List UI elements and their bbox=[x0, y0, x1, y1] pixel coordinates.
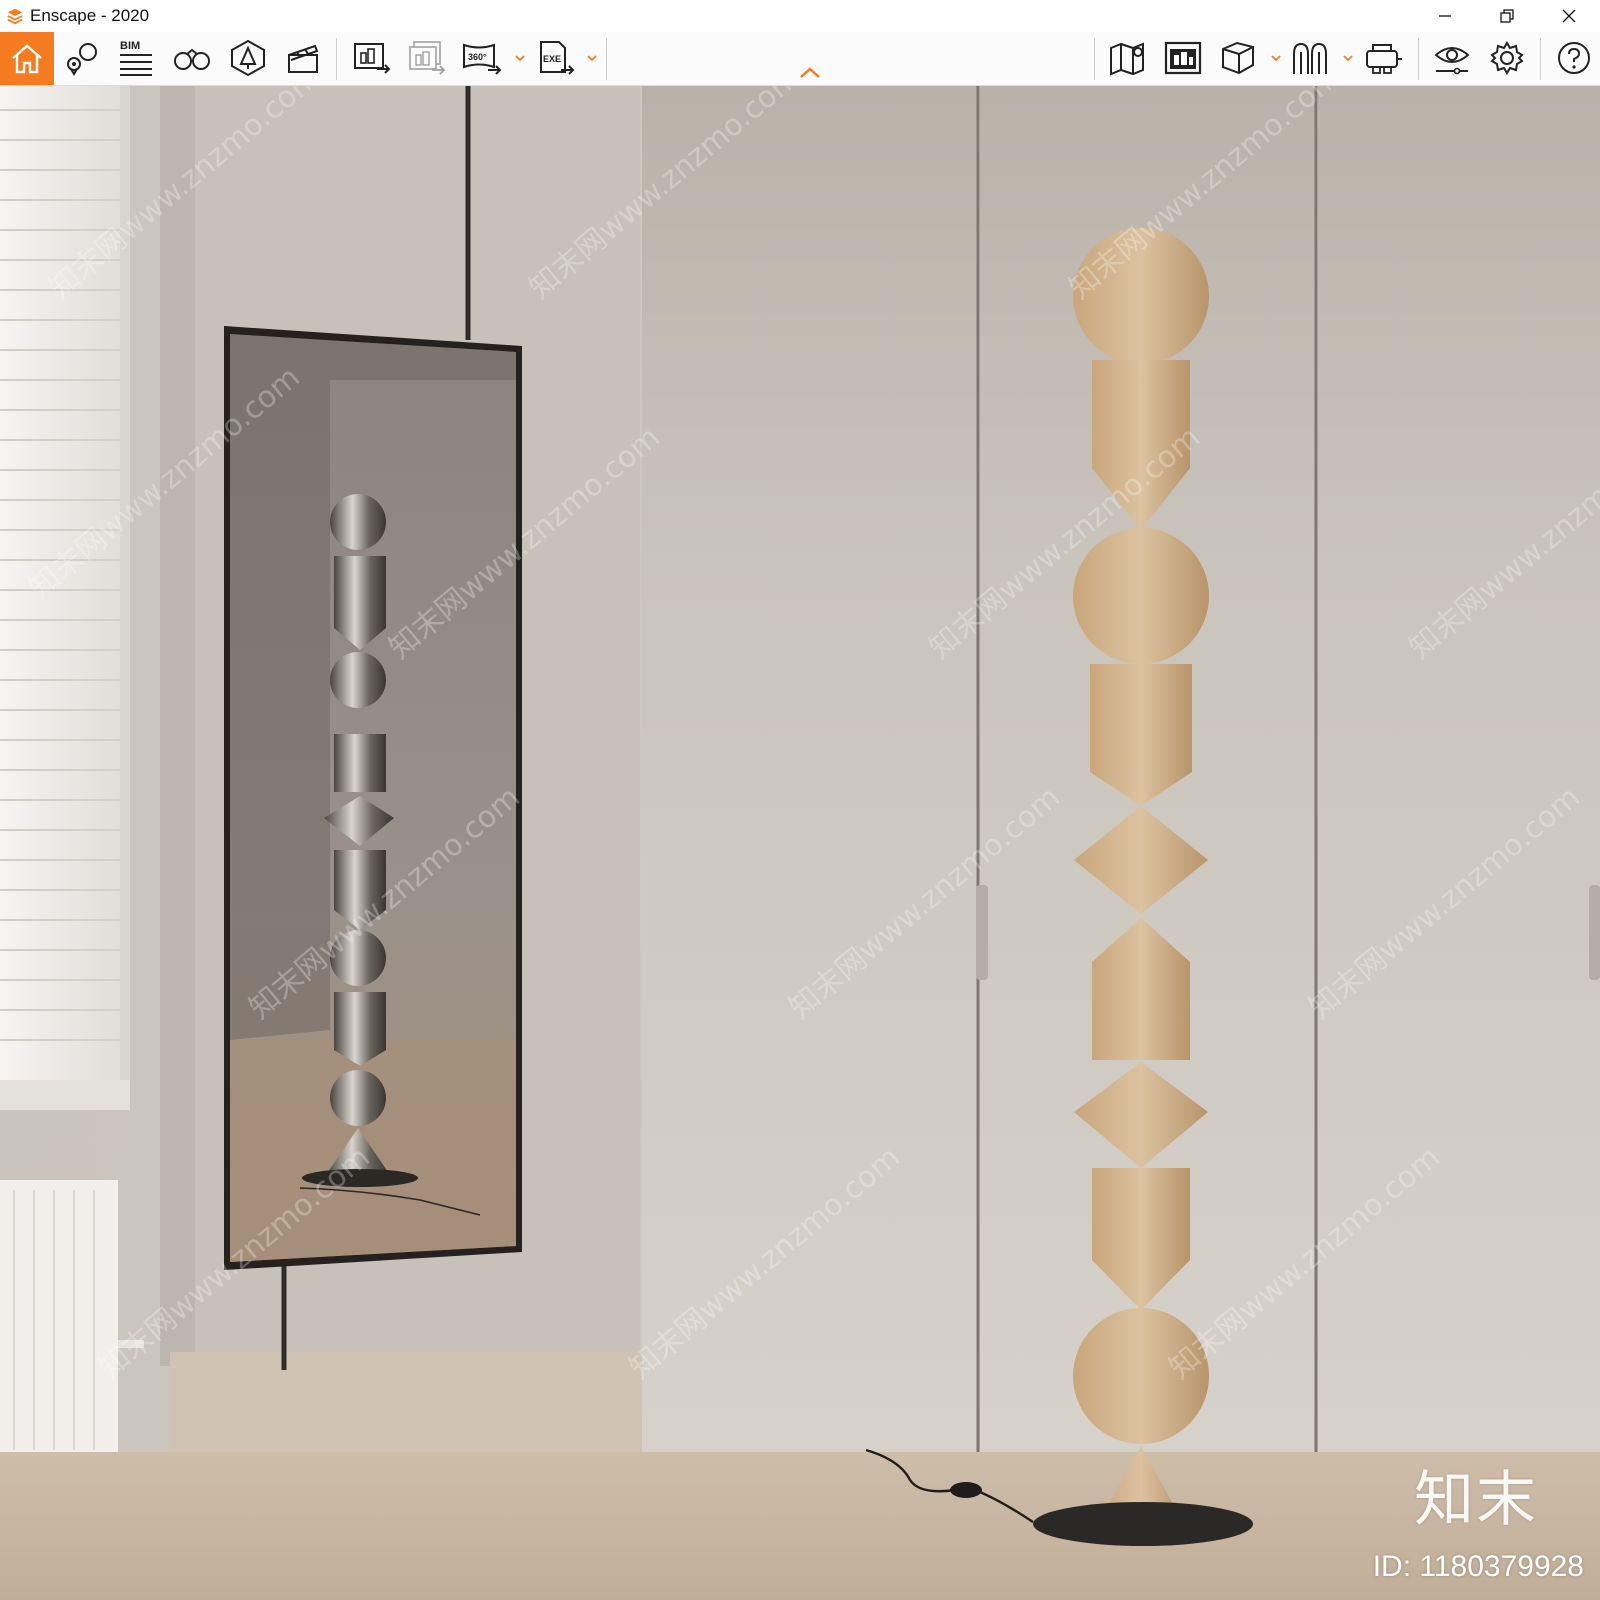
restore-button[interactable] bbox=[1476, 0, 1538, 32]
toolbar-separator bbox=[1094, 38, 1095, 80]
view-mode-dropdown-arrow[interactable] bbox=[1270, 52, 1282, 64]
chevron-down-icon bbox=[515, 54, 525, 61]
bim-list-icon bbox=[120, 54, 152, 76]
asset-library-button[interactable] bbox=[1163, 38, 1203, 78]
map-button[interactable] bbox=[1108, 38, 1148, 78]
watermark-logo: 知末 bbox=[1414, 1466, 1538, 1533]
toolbar-separator bbox=[1540, 38, 1541, 80]
lamp-base bbox=[1033, 1502, 1253, 1546]
floor-mirror bbox=[224, 326, 522, 1270]
window-title: Enscape - 2020 bbox=[30, 6, 150, 25]
home-button[interactable] bbox=[0, 32, 54, 85]
screenshot-export-icon bbox=[354, 43, 391, 74]
pin-tag-button[interactable] bbox=[62, 38, 102, 78]
help-button[interactable] bbox=[1554, 38, 1594, 78]
asset-library-icon bbox=[1164, 41, 1202, 75]
clapperboard-icon bbox=[288, 44, 319, 73]
minimize-icon bbox=[1439, 15, 1451, 17]
settings-button[interactable] bbox=[1487, 38, 1527, 78]
chevron-down-icon bbox=[1343, 54, 1353, 61]
toolbar-separator bbox=[336, 38, 337, 80]
binoculars-button[interactable] bbox=[172, 38, 212, 78]
light-view-icon bbox=[231, 39, 265, 77]
chevron-down-icon bbox=[1271, 54, 1281, 61]
title-bar: Enscape - 2020 bbox=[0, 0, 1600, 32]
panorama-export-button[interactable]: 360° bbox=[462, 38, 502, 78]
view-mode-button[interactable] bbox=[1218, 38, 1258, 78]
help-icon bbox=[1558, 42, 1590, 74]
panorama-360-icon: 360° bbox=[463, 43, 502, 75]
minimize-button[interactable] bbox=[1414, 0, 1476, 32]
foot-switch bbox=[950, 1482, 982, 1498]
batch-export-icon bbox=[409, 41, 446, 75]
binoculars-icon bbox=[174, 48, 210, 70]
toolbar-separator bbox=[1418, 38, 1419, 80]
cube-view-icon bbox=[1222, 41, 1254, 75]
audio-button[interactable] bbox=[1290, 38, 1330, 78]
map-pin-icon bbox=[1110, 42, 1144, 76]
audio-icon bbox=[1293, 42, 1327, 74]
toolbar-separator bbox=[606, 38, 607, 80]
render-scene: 知末网www.znzmo.com 知末网www.znzmo.com 知末网www.z… bbox=[0, 86, 1600, 1600]
batch-export-button[interactable] bbox=[407, 38, 447, 78]
pin-tag-icon bbox=[67, 43, 97, 76]
restore-icon bbox=[1500, 9, 1514, 23]
exe-dropdown-arrow[interactable] bbox=[586, 52, 598, 64]
chevron-up-icon bbox=[800, 67, 820, 78]
enscape-logo-icon bbox=[7, 8, 23, 25]
close-icon bbox=[1562, 9, 1576, 23]
home-icon bbox=[12, 43, 42, 73]
toolbar-collapse-button[interactable] bbox=[798, 66, 822, 80]
chevron-down-icon bbox=[587, 54, 597, 61]
vr-headset-button[interactable] bbox=[1364, 38, 1404, 78]
exe-export-icon: EXE bbox=[540, 41, 575, 75]
screenshot-export-button[interactable] bbox=[352, 38, 392, 78]
vr-headset-icon bbox=[1366, 44, 1402, 74]
watermark-id: ID: 1180379928 bbox=[1372, 1550, 1584, 1583]
panorama-label: 360° bbox=[468, 52, 487, 62]
floor bbox=[0, 1452, 1600, 1600]
exe-export-button[interactable]: EXE bbox=[536, 38, 576, 78]
panorama-dropdown-arrow[interactable] bbox=[514, 52, 526, 64]
close-button[interactable] bbox=[1538, 0, 1600, 32]
video-editor-button[interactable] bbox=[283, 38, 323, 78]
enscape-toolbar: BIM 360° EXE bbox=[0, 32, 1600, 86]
bim-list-button[interactable] bbox=[116, 48, 156, 80]
audio-dropdown-arrow[interactable] bbox=[1342, 52, 1354, 64]
render-viewport[interactable]: 知末网www.znzmo.com 知末网www.znzmo.com 知末网www.z… bbox=[0, 86, 1600, 1600]
gear-icon bbox=[1490, 41, 1524, 75]
visual-settings-button[interactable] bbox=[1432, 38, 1472, 78]
visual-settings-icon bbox=[1434, 47, 1470, 75]
exe-label: EXE bbox=[543, 54, 561, 64]
light-view-button[interactable] bbox=[228, 38, 268, 78]
